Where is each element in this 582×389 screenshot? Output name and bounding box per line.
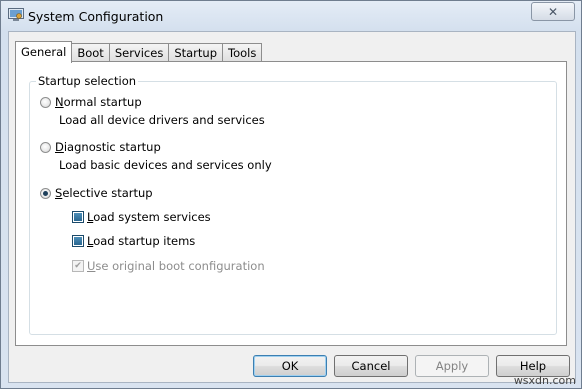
load-system-services-option[interactable]: Load system services (72, 210, 211, 224)
checkmark-icon: ✔ (74, 261, 82, 271)
tab-boot[interactable]: Boot (71, 43, 110, 62)
tab-startup[interactable]: Startup (168, 43, 223, 62)
normal-startup-radio-option[interactable]: Normal startup (40, 95, 142, 109)
selective-startup-radio-option[interactable]: Selective startup (40, 186, 153, 200)
startup-selection-group: Startup selection Normal startup Load al… (29, 74, 557, 335)
tab-services[interactable]: Services (108, 43, 170, 62)
selective-startup-radio[interactable] (40, 187, 51, 199)
load-startup-items-option[interactable]: Load startup items (72, 234, 195, 248)
diagnostic-startup-description: Load basic devices and services only (59, 158, 272, 172)
tab-strip: General Boot Services Startup Tools (15, 40, 263, 63)
watermark-text: wsxdn.com (513, 374, 576, 387)
system-config-icon (8, 8, 24, 21)
startup-selection-legend: Startup selection (36, 74, 139, 88)
window-title: System Configuration (28, 9, 164, 24)
apply-button: Apply (415, 355, 489, 377)
normal-startup-label: Normal startup (55, 95, 142, 109)
load-startup-items-label: Load startup items (87, 234, 196, 248)
load-startup-items-checkbox[interactable] (72, 235, 84, 247)
tab-tools[interactable]: Tools (222, 43, 263, 62)
load-system-services-label: Load system services (87, 210, 211, 224)
diagnostic-startup-radio-option[interactable]: Diagnostic startup (40, 140, 161, 154)
normal-startup-description: Load all device drivers and services (59, 113, 265, 127)
use-original-boot-config-label: Use original boot configuration (87, 259, 265, 273)
diagnostic-startup-radio[interactable] (40, 141, 51, 153)
normal-startup-radio[interactable] (40, 96, 51, 108)
use-original-boot-config-option: ✔ Use original boot configuration (72, 259, 265, 273)
tab-general[interactable]: General (15, 41, 73, 63)
general-tab-panel: Startup selection Normal startup Load al… (15, 61, 567, 346)
use-original-boot-config-checkbox: ✔ (72, 260, 84, 272)
close-button[interactable]: ✕ (531, 2, 575, 21)
diagnostic-startup-label: Diagnostic startup (55, 140, 161, 154)
selective-startup-label: Selective startup (55, 186, 153, 200)
cancel-button[interactable]: Cancel (334, 355, 408, 377)
ok-button[interactable]: OK (253, 355, 327, 377)
load-system-services-checkbox[interactable] (72, 211, 84, 223)
title-bar[interactable]: System Configuration ✕ (1, 1, 581, 31)
system-configuration-window: System Configuration ✕ General Boot Serv… (0, 0, 582, 389)
dialog-client-area: General Boot Services Startup Tools Star… (8, 31, 576, 383)
close-icon: ✕ (547, 4, 559, 19)
